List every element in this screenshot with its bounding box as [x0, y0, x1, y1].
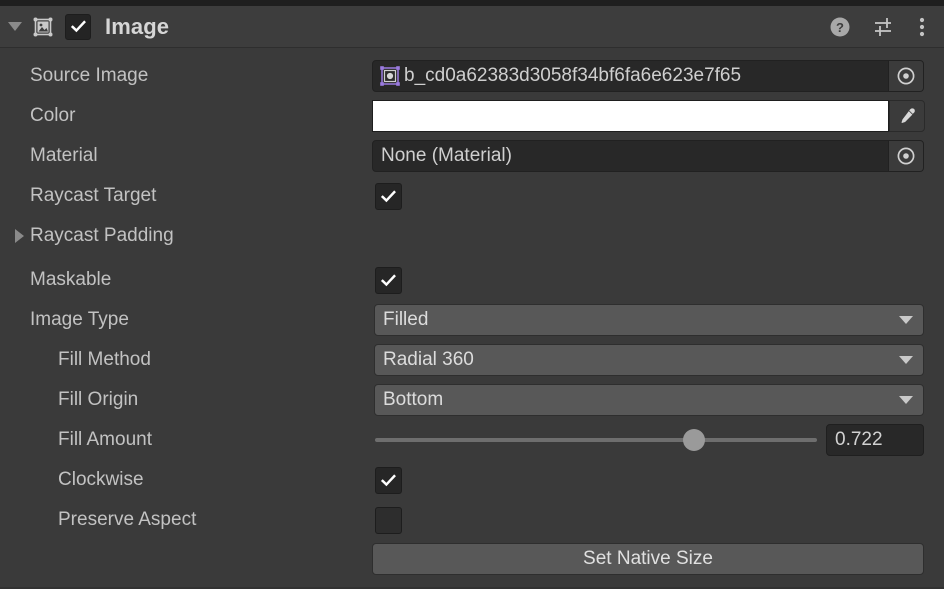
- color-label-wrap: Color: [0, 105, 372, 127]
- source-image-label-wrap: Source Image: [0, 65, 372, 87]
- image-type-label: Image Type: [30, 309, 129, 330]
- row-clockwise: Clockwise: [0, 460, 944, 500]
- fill-amount-value: 0.722: [835, 429, 883, 450]
- chevron-down-icon: [899, 356, 913, 364]
- chevron-down-icon: [899, 396, 913, 404]
- maskable-label-wrap: Maskable: [0, 269, 372, 291]
- maskable-checkbox[interactable]: [375, 266, 402, 294]
- fill-origin-value: Bottom: [383, 389, 444, 410]
- preserve-aspect-label-wrap: Preserve Aspect: [0, 509, 372, 531]
- fill-amount-label: Fill Amount: [58, 429, 152, 450]
- material-label-wrap: Material: [0, 145, 372, 167]
- color-swatch[interactable]: [372, 100, 889, 132]
- material-label: Material: [30, 145, 98, 166]
- preset-icon[interactable]: [872, 15, 898, 39]
- set-native-size-button[interactable]: Set Native Size: [372, 543, 924, 575]
- image-type-value: Filled: [383, 309, 429, 330]
- slider-track[interactable]: [375, 438, 817, 442]
- fill-amount-input[interactable]: 0.722: [826, 424, 924, 456]
- row-raycast-padding[interactable]: Raycast Padding: [0, 216, 944, 256]
- chevron-down-icon: [899, 316, 913, 324]
- clockwise-checkbox[interactable]: [375, 466, 402, 494]
- raycast-padding-label-wrap: Raycast Padding: [0, 225, 372, 247]
- fill-method-value: Radial 360: [383, 349, 474, 370]
- image-type-dropdown[interactable]: Filled: [374, 304, 924, 336]
- row-color: Color: [0, 96, 944, 136]
- source-image-value: b_cd0a62383d3058f34bf6fa6e623e7f65: [404, 65, 742, 86]
- color-label: Color: [30, 105, 76, 126]
- fill-amount-label-wrap: Fill Amount: [0, 429, 372, 451]
- clockwise-label-wrap: Clockwise: [0, 469, 372, 491]
- raycast-padding-foldout-toggle[interactable]: [8, 229, 30, 243]
- row-maskable: Maskable: [0, 260, 944, 300]
- row-image-type: Image Type Filled: [0, 300, 944, 340]
- object-picker-icon[interactable]: [888, 61, 923, 91]
- preserve-aspect-checkbox[interactable]: [375, 506, 402, 534]
- fill-method-label-wrap: Fill Method: [0, 349, 372, 371]
- component-header[interactable]: Image ?: [0, 6, 944, 48]
- row-material: Material None (Material): [0, 136, 944, 176]
- fill-origin-dropdown[interactable]: Bottom: [374, 384, 924, 416]
- fill-amount-slider[interactable]: [375, 420, 817, 460]
- object-picker-icon[interactable]: [888, 141, 923, 171]
- source-image-object-field[interactable]: b_cd0a62383d3058f34bf6fa6e623e7f65: [372, 60, 924, 92]
- row-fill-amount: Fill Amount 0.722: [0, 420, 944, 460]
- image-type-label-wrap: Image Type: [0, 309, 372, 331]
- eyedropper-icon[interactable]: [889, 100, 925, 132]
- raycast-padding-label: Raycast Padding: [30, 225, 174, 246]
- row-fill-method: Fill Method Radial 360: [0, 340, 944, 380]
- component-title: Image: [105, 13, 170, 39]
- clockwise-label: Clockwise: [58, 469, 144, 490]
- svg-text:?: ?: [836, 20, 844, 35]
- sprite-icon: [379, 65, 401, 87]
- set-native-size-label: Set Native Size: [583, 548, 713, 569]
- chevron-down-icon: [8, 22, 22, 31]
- image-component-inspector: Image ? Source Image b_cd0a62383d3058f34…: [0, 0, 944, 589]
- fill-method-label: Fill Method: [58, 349, 151, 370]
- help-icon[interactable]: ?: [828, 15, 852, 39]
- row-raycast-target: Raycast Target: [0, 176, 944, 216]
- component-enabled-checkbox[interactable]: [65, 13, 91, 40]
- source-image-label: Source Image: [30, 65, 149, 86]
- raycast-target-label-wrap: Raycast Target: [0, 185, 372, 207]
- fill-method-dropdown[interactable]: Radial 360: [374, 344, 924, 376]
- material-object-field[interactable]: None (Material): [372, 140, 924, 172]
- row-fill-origin: Fill Origin Bottom: [0, 380, 944, 420]
- header-button-group: ?: [828, 15, 944, 39]
- row-preserve-aspect: Preserve Aspect: [0, 500, 944, 540]
- image-component-icon: [30, 14, 56, 40]
- raycast-target-label: Raycast Target: [30, 185, 157, 206]
- more-menu-icon[interactable]: [918, 15, 926, 39]
- material-value: None (Material): [381, 145, 512, 166]
- slider-handle[interactable]: [683, 429, 706, 451]
- maskable-label: Maskable: [30, 269, 112, 290]
- fill-origin-label: Fill Origin: [58, 389, 139, 410]
- component-foldout-toggle[interactable]: [4, 22, 26, 31]
- chevron-right-icon: [14, 229, 24, 243]
- row-source-image: Source Image b_cd0a62383d3058f34bf6fa6e6…: [0, 56, 944, 96]
- raycast-target-checkbox[interactable]: [375, 182, 402, 210]
- fill-origin-label-wrap: Fill Origin: [0, 389, 372, 411]
- preserve-aspect-label: Preserve Aspect: [58, 509, 197, 530]
